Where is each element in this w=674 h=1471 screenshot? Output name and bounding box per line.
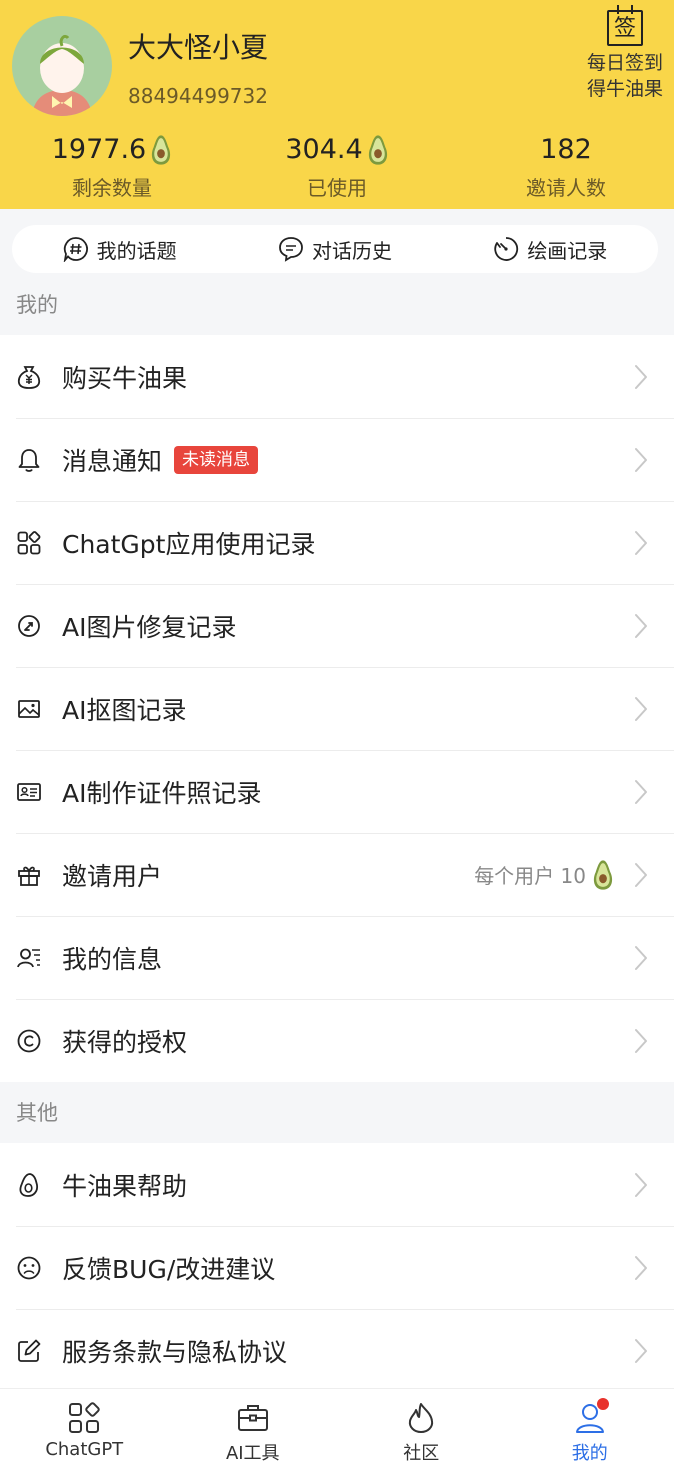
list-item-ai-id-photo[interactable]: AI制作证件照记录 (0, 750, 674, 833)
tab-mine-label: 我的 (572, 1439, 608, 1465)
chevron-right-icon (634, 613, 648, 639)
timer-icon (493, 236, 519, 262)
chevron-right-icon (634, 1172, 648, 1198)
hashtag-chat-icon (63, 236, 89, 262)
list-item-label: 购买牛油果 (62, 359, 187, 395)
avocado-icon (367, 134, 389, 166)
section-title-other: 其他 (16, 1097, 58, 1127)
apps-grid-icon (16, 530, 42, 556)
calendar-sign-icon: 签 (607, 10, 643, 46)
chevron-right-icon (634, 447, 648, 473)
checkin-line1: 每日签到 (584, 50, 666, 76)
chevron-right-icon (634, 1338, 648, 1364)
stat-invited[interactable]: 182 邀请人数 (454, 130, 674, 201)
tab-drawing-records-label: 绘画记录 (527, 235, 607, 264)
avocado-icon (592, 859, 614, 891)
chevron-right-icon (634, 696, 648, 722)
tab-drawing-records[interactable]: 绘画记录 (443, 235, 658, 264)
unread-badge: 未读消息 (174, 446, 258, 474)
notification-dot (596, 1397, 610, 1411)
list-item-label: 获得的授权 (62, 1023, 187, 1059)
tab-community[interactable]: 社区 (337, 1389, 506, 1471)
chevron-right-icon (634, 364, 648, 390)
sad-face-icon (16, 1255, 42, 1281)
avocado-icon (150, 134, 172, 166)
list-item-notifications[interactable]: 消息通知 未读消息 (0, 418, 674, 501)
stat-invited-label: 邀请人数 (454, 172, 674, 201)
stat-used-value: 304.4 (285, 130, 362, 170)
list-item-ai-repair[interactable]: AI图片修复记录 (0, 584, 674, 667)
tab-my-topics-label: 我的话题 (97, 235, 177, 264)
chevron-right-icon (634, 1028, 648, 1054)
invite-reward: 每个用户 10 (474, 859, 614, 891)
list-item-label: AI图片修复记录 (62, 608, 236, 644)
tab-community-label: 社区 (403, 1439, 439, 1465)
mine-list: 购买牛油果 消息通知 未读消息 ChatGpt应用使用记录 AI图片修复记录 A… (0, 335, 674, 1082)
tab-chat-history-label: 对话历史 (312, 235, 392, 264)
tab-ai-tools-label: AI工具 (226, 1439, 280, 1465)
other-list: 牛油果帮助 反馈BUG/改进建议 服务条款与隐私协议 (0, 1143, 674, 1392)
list-item-feedback[interactable]: 反馈BUG/改进建议 (0, 1226, 674, 1309)
gift-icon (16, 862, 42, 888)
tab-mine[interactable]: 我的 (506, 1389, 674, 1471)
stat-remaining[interactable]: 1977.6 剩余数量 (0, 130, 224, 201)
avocado-outline-icon (16, 1172, 42, 1198)
flame-icon (404, 1401, 438, 1435)
chevron-right-icon (634, 945, 648, 971)
tab-chatgpt-label: ChatGPT (45, 1439, 123, 1460)
invite-reward-text: 每个用户 10 (474, 860, 586, 889)
list-item-label: 消息通知 (62, 442, 162, 478)
chevron-right-icon (634, 530, 648, 556)
list-item-chatgpt-usage[interactable]: ChatGpt应用使用记录 (0, 501, 674, 584)
user-id: 88494499732 (128, 84, 268, 108)
stat-used[interactable]: 304.4 已使用 (225, 130, 449, 201)
quick-tabs: 我的话题 对话历史 绘画记录 (12, 225, 658, 273)
repair-icon (16, 613, 42, 639)
username: 大大怪小夏 (128, 26, 268, 66)
edit-icon (16, 1338, 42, 1364)
avatar[interactable] (12, 16, 112, 116)
list-item-invite-users[interactable]: 邀请用户 每个用户 10 (0, 833, 674, 916)
profile-header: 大大怪小夏 88494499732 签 每日签到 得牛油果 1977.6 剩余数… (0, 0, 674, 209)
list-item-authorizations[interactable]: 获得的授权 (0, 999, 674, 1082)
stat-invited-value: 182 (540, 130, 592, 170)
tab-chat-history[interactable]: 对话历史 (227, 235, 442, 264)
list-item-label: 反馈BUG/改进建议 (62, 1250, 275, 1286)
copyright-icon (16, 1028, 42, 1054)
chevron-right-icon (634, 779, 648, 805)
user-info-icon (16, 945, 42, 971)
list-item-terms-privacy[interactable]: 服务条款与隐私协议 (0, 1309, 674, 1392)
tab-ai-tools[interactable]: AI工具 (169, 1389, 338, 1471)
tab-chatgpt[interactable]: ChatGPT (0, 1389, 169, 1471)
list-item-buy-avocado[interactable]: 购买牛油果 (0, 335, 674, 418)
list-item-label: ChatGpt应用使用记录 (62, 525, 315, 561)
list-item-avocado-help[interactable]: 牛油果帮助 (0, 1143, 674, 1226)
list-item-ai-cutout[interactable]: AI抠图记录 (0, 667, 674, 750)
section-title-mine: 我的 (16, 289, 58, 319)
checkin-line2: 得牛油果 (584, 76, 666, 102)
toolbox-icon (236, 1401, 270, 1435)
bell-icon (16, 447, 42, 473)
list-item-label: 牛油果帮助 (62, 1167, 187, 1203)
list-item-label: AI制作证件照记录 (62, 774, 261, 810)
chat-bubble-icon (278, 236, 304, 262)
list-item-label: 邀请用户 (62, 857, 162, 893)
apps-grid-icon (67, 1401, 101, 1435)
daily-checkin-button[interactable]: 签 每日签到 得牛油果 (584, 10, 666, 102)
bottom-tab-bar: ChatGPT AI工具 社区 我的 (0, 1388, 674, 1471)
chevron-right-icon (634, 862, 648, 888)
stat-remaining-label: 剩余数量 (0, 172, 224, 201)
stat-used-label: 已使用 (225, 172, 449, 201)
money-bag-icon (16, 364, 42, 390)
list-item-my-info[interactable]: 我的信息 (0, 916, 674, 999)
chevron-right-icon (634, 1255, 648, 1281)
list-item-label: AI抠图记录 (62, 691, 186, 727)
image-icon (16, 696, 42, 722)
stat-remaining-value: 1977.6 (52, 130, 146, 170)
list-item-label: 服务条款与隐私协议 (62, 1333, 287, 1369)
id-card-icon (16, 779, 42, 805)
tab-my-topics[interactable]: 我的话题 (12, 235, 227, 264)
list-item-label: 我的信息 (62, 940, 162, 976)
